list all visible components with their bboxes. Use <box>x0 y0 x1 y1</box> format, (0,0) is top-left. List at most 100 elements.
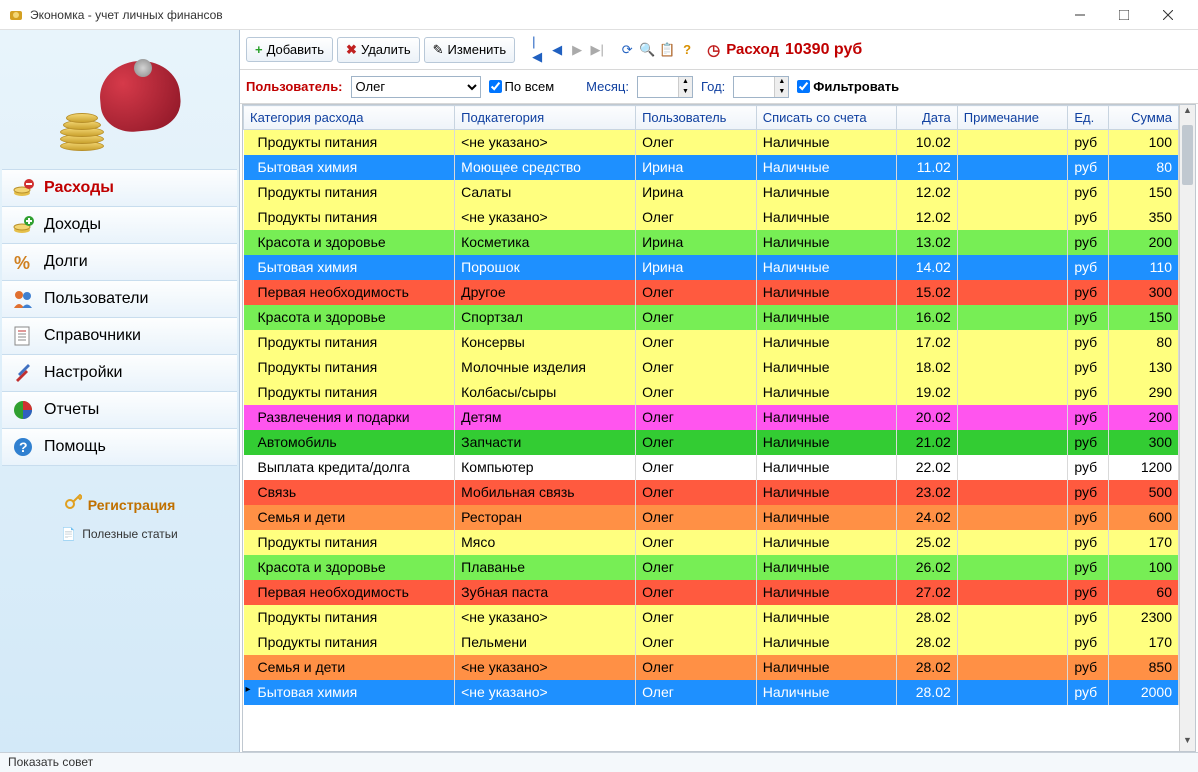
percent-icon: % <box>12 251 34 273</box>
cell <box>957 305 1068 330</box>
cell: 300 <box>1108 430 1178 455</box>
column-header[interactable]: Примечание <box>957 106 1068 130</box>
table-row[interactable]: Продукты питания<не указано>ОлегНаличные… <box>244 130 1179 155</box>
table-row[interactable]: Продукты питанияПельмениОлегНаличные28.0… <box>244 630 1179 655</box>
column-header[interactable]: Списать со счета <box>756 106 897 130</box>
table-row[interactable]: Бытовая химияПорошокИринаНаличные14.02ру… <box>244 255 1179 280</box>
cell: Олег <box>636 130 757 155</box>
sidebar-item-4[interactable]: Справочники <box>2 317 237 355</box>
cell: 18.02 <box>897 355 957 380</box>
add-button[interactable]: +Добавить <box>246 37 333 62</box>
sidebar-item-label: Помощь <box>44 438 106 456</box>
cell: <не указано> <box>455 205 636 230</box>
vertical-scrollbar[interactable]: ▲ ▼ <box>1179 105 1195 751</box>
column-header[interactable]: Сумма <box>1108 106 1178 130</box>
table-row[interactable]: АвтомобильЗапчастиОлегНаличные21.02руб30… <box>244 430 1179 455</box>
table-row[interactable]: Бытовая химияМоющее средствоИринаНаличны… <box>244 155 1179 180</box>
month-spinner[interactable]: ▲▼ <box>637 76 693 98</box>
table-row[interactable]: Продукты питанияСалатыИринаНаличные12.02… <box>244 180 1179 205</box>
column-header[interactable]: Категория расхода <box>244 106 455 130</box>
table-row[interactable]: Красота и здоровьеКосметикаИринаНаличные… <box>244 230 1179 255</box>
table-row[interactable]: Первая необходимостьЗубная пастаОлегНали… <box>244 580 1179 605</box>
user-select[interactable]: Олег <box>351 76 481 98</box>
help-icon[interactable]: ? <box>679 42 695 58</box>
registration-link[interactable]: Регистрация <box>0 494 239 515</box>
export-icon[interactable]: 📋 <box>659 42 675 58</box>
table-row[interactable]: Выплата кредита/долгаКомпьютерОлегНаличн… <box>244 455 1179 480</box>
edit-button[interactable]: ✎Изменить <box>424 37 516 63</box>
nav-first-icon[interactable]: |◀ <box>529 42 545 58</box>
sidebar-item-1[interactable]: Доходы <box>2 206 237 244</box>
cell: Наличные <box>756 130 897 155</box>
year-spinner[interactable]: ▲▼ <box>733 76 789 98</box>
table-row[interactable]: Семья и дети<не указано>ОлегНаличные28.0… <box>244 655 1179 680</box>
table-row[interactable]: Продукты питанияКолбасы/сырыОлегНаличные… <box>244 380 1179 405</box>
scroll-down-icon[interactable]: ▼ <box>1180 735 1195 751</box>
table-row[interactable]: Красота и здоровьеПлаваньеОлегНаличные26… <box>244 555 1179 580</box>
maximize-button[interactable] <box>1102 1 1146 29</box>
cell: 170 <box>1108 530 1178 555</box>
x-icon: ✖ <box>346 42 357 58</box>
column-header[interactable]: Подкатегория <box>455 106 636 130</box>
cell: 10.02 <box>897 130 957 155</box>
coins-minus-icon <box>12 177 34 199</box>
cell: Олег <box>636 330 757 355</box>
minimize-button[interactable] <box>1058 1 1102 29</box>
refresh-icon[interactable]: ⟳ <box>619 42 635 58</box>
column-header[interactable]: Дата <box>897 106 957 130</box>
sidebar-item-7[interactable]: ?Помощь <box>2 428 237 466</box>
status-bar[interactable]: Показать совет <box>0 752 1198 772</box>
filter-checkbox[interactable]: Фильтровать <box>797 79 899 94</box>
column-header[interactable]: Пользователь <box>636 106 757 130</box>
book-icon <box>12 325 34 347</box>
cell: 23.02 <box>897 480 957 505</box>
sidebar-item-5[interactable]: Настройки <box>2 354 237 392</box>
cell: 80 <box>1108 155 1178 180</box>
cell <box>957 355 1068 380</box>
cell: Продукты питания <box>244 530 455 555</box>
table-row[interactable]: Красота и здоровьеСпортзалОлегНаличные16… <box>244 305 1179 330</box>
table-row[interactable]: Первая необходимостьДругоеОлегНаличные15… <box>244 280 1179 305</box>
cell <box>957 680 1068 705</box>
table-row[interactable]: Развлечения и подаркиДетямОлегНаличные20… <box>244 405 1179 430</box>
nav-next-icon[interactable]: ▶ <box>569 42 585 58</box>
scroll-thumb[interactable] <box>1182 125 1193 185</box>
table-row[interactable]: Продукты питанияМолочные изделияОлегНали… <box>244 355 1179 380</box>
sidebar-item-label: Долги <box>44 253 88 271</box>
table-row[interactable]: Продукты питанияКонсервыОлегНаличные17.0… <box>244 330 1179 355</box>
scroll-up-icon[interactable]: ▲ <box>1180 105 1195 121</box>
sidebar-item-3[interactable]: Пользователи <box>2 280 237 318</box>
table-row[interactable]: Продукты питания<не указано>ОлегНаличные… <box>244 605 1179 630</box>
search-icon[interactable]: 🔍 <box>639 42 655 58</box>
all-users-checkbox[interactable]: По всем <box>489 79 555 94</box>
cell: Связь <box>244 480 455 505</box>
column-header[interactable]: Ед. <box>1068 106 1108 130</box>
cell: 850 <box>1108 655 1178 680</box>
sidebar-item-label: Отчеты <box>44 401 99 419</box>
coins-plus-icon <box>12 214 34 236</box>
cell <box>957 455 1068 480</box>
cell: руб <box>1068 330 1108 355</box>
filter-bar: Пользователь: Олег По всем Месяц: ▲▼ Год… <box>240 70 1198 104</box>
articles-link[interactable]: 📄 Полезные статьи <box>0 527 239 541</box>
cell: <не указано> <box>455 605 636 630</box>
table-row[interactable]: Продукты питания<не указано>ОлегНаличные… <box>244 205 1179 230</box>
sidebar-item-6[interactable]: Отчеты <box>2 391 237 429</box>
cell: руб <box>1068 505 1108 530</box>
pencil-icon: ✎ <box>433 42 444 58</box>
table-row[interactable]: Продукты питанияМясоОлегНаличные25.02руб… <box>244 530 1179 555</box>
cell: Олег <box>636 305 757 330</box>
cell: Бытовая химия <box>244 255 455 280</box>
nav-prev-icon[interactable]: ◀ <box>549 42 565 58</box>
table-row[interactable]: СвязьМобильная связьОлегНаличные23.02руб… <box>244 480 1179 505</box>
nav-last-icon[interactable]: ▶| <box>589 42 605 58</box>
sidebar-item-2[interactable]: % Долги <box>2 243 237 281</box>
table-row[interactable]: Бытовая химия<не указано>ОлегНаличные28.… <box>244 680 1179 705</box>
cell: Продукты питания <box>244 380 455 405</box>
users-icon <box>12 288 34 310</box>
close-button[interactable] <box>1146 1 1190 29</box>
cell: руб <box>1068 155 1108 180</box>
sidebar-item-0[interactable]: Расходы <box>2 169 237 207</box>
delete-button[interactable]: ✖Удалить <box>337 37 420 63</box>
table-row[interactable]: Семья и детиРесторанОлегНаличные24.02руб… <box>244 505 1179 530</box>
